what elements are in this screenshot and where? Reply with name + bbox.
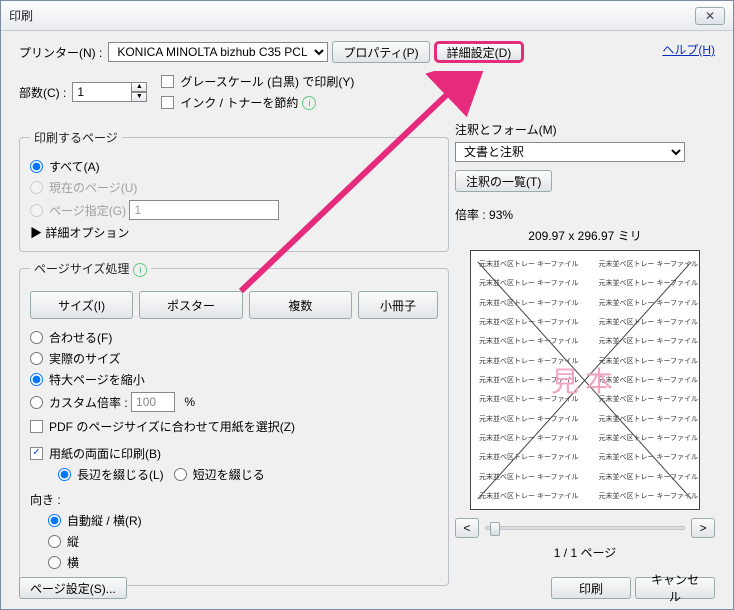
- orient-portrait-radio[interactable]: [48, 535, 61, 548]
- grayscale-label: グレースケール (白黒) で印刷(Y): [180, 73, 354, 90]
- save-ink-label: インク / トナーを節約: [180, 94, 298, 111]
- long-edge-label: 長辺を綴じる(L): [77, 466, 164, 483]
- copies-input[interactable]: [72, 82, 132, 102]
- poster-button[interactable]: ポスター: [139, 291, 242, 319]
- printer-select[interactable]: KONICA MINOLTA bizhub C35 PCL6: [108, 42, 328, 62]
- page-slider[interactable]: [485, 526, 685, 530]
- page-info: 1 / 1 ページ: [455, 544, 715, 561]
- multiple-button[interactable]: 複数: [249, 291, 352, 319]
- prev-page-button[interactable]: <: [455, 518, 479, 538]
- size-button[interactable]: サイズ(I): [30, 291, 133, 319]
- save-ink-checkbox[interactable]: [161, 96, 174, 109]
- range-all-label: すべて(A): [49, 158, 100, 175]
- fit-label: 合わせる(F): [49, 329, 112, 346]
- range-current-label: 現在のページ(U): [49, 179, 137, 196]
- comments-select[interactable]: 文書と注釈: [455, 142, 685, 162]
- range-pages-input: [129, 200, 279, 220]
- range-pages-label: ページ指定(G): [49, 202, 126, 219]
- short-edge-label: 短辺を綴じる: [193, 466, 265, 483]
- printer-label: プリンター(N) :: [19, 44, 102, 61]
- sizing-legend: ページサイズ処理: [34, 262, 129, 276]
- orientation-label: 向き :: [30, 491, 438, 508]
- titlebar: 印刷 ✕: [1, 1, 733, 31]
- info-icon[interactable]: i: [133, 263, 147, 277]
- properties-button[interactable]: プロパティ(P): [332, 41, 429, 63]
- source-pdf-label: PDF のページサイズに合わせて用紙を選択(Z): [49, 418, 295, 435]
- copies-spinner[interactable]: ▲▼: [131, 82, 147, 102]
- advanced-button[interactable]: 詳細設定(D): [434, 41, 525, 63]
- custom-scale-input[interactable]: [131, 392, 175, 412]
- info-icon[interactable]: i: [302, 96, 316, 110]
- copies-label: 部数(C) :: [19, 84, 66, 101]
- scale-label: 倍率 :: [455, 208, 486, 222]
- next-page-button[interactable]: >: [691, 518, 715, 538]
- range-pages-radio: [30, 204, 43, 217]
- fit-radio[interactable]: [30, 331, 43, 344]
- long-edge-radio[interactable]: [58, 468, 71, 481]
- comments-label: 注釈とフォーム(M): [455, 121, 715, 138]
- grayscale-checkbox[interactable]: [161, 75, 174, 88]
- shrink-label: 特大ページを縮小: [49, 371, 145, 388]
- booklet-button[interactable]: 小冊子: [358, 291, 438, 319]
- percent-label: %: [184, 395, 195, 409]
- page-setup-button[interactable]: ページ設定(S)...: [19, 577, 127, 599]
- cancel-button[interactable]: キャンセル: [635, 577, 715, 599]
- help-link[interactable]: ヘルプ(H): [662, 41, 715, 58]
- short-edge-radio[interactable]: [174, 468, 187, 481]
- sample-watermark: 見本: [551, 360, 619, 400]
- preview-dimensions: 209.97 x 296.97 ミリ: [455, 227, 715, 244]
- preview-area: 元末並べ区トレー キーファイル元末並べ区トレー キーファイル元末並べ区トレー キ…: [470, 250, 700, 510]
- range-current-radio: [30, 181, 43, 194]
- more-options-toggle[interactable]: ▶ 詳細オプション: [30, 224, 438, 241]
- window-title: 印刷: [9, 7, 695, 24]
- shrink-radio[interactable]: [30, 373, 43, 386]
- orient-auto-radio[interactable]: [48, 514, 61, 527]
- range-all-radio[interactable]: [30, 160, 43, 173]
- both-sides-checkbox[interactable]: [30, 447, 43, 460]
- custom-radio[interactable]: [30, 396, 43, 409]
- actual-label: 実際のサイズ: [49, 350, 121, 367]
- orient-auto-label: 自動縦 / 横(R): [67, 512, 142, 529]
- summary-button[interactable]: 注釈の一覧(T): [455, 170, 552, 192]
- page-range-group: 印刷するページ すべて(A) 現在のページ(U) ページ指定(G) ▶ 詳細オプ…: [19, 129, 449, 252]
- print-button[interactable]: 印刷: [551, 577, 631, 599]
- custom-label: カスタム倍率 :: [49, 394, 128, 411]
- sizing-group: ページサイズ処理 i サイズ(I) ポスター 複数 小冊子 合わせる(F) 実際の…: [19, 260, 449, 586]
- source-pdf-checkbox[interactable]: [30, 420, 43, 433]
- scale-value: 93%: [489, 208, 513, 222]
- close-icon[interactable]: ✕: [695, 7, 725, 25]
- both-sides-label: 用紙の両面に印刷(B): [49, 445, 161, 462]
- actual-radio[interactable]: [30, 352, 43, 365]
- print-dialog: 印刷 ✕ ヘルプ(H) プリンター(N) : KONICA MINOLTA bi…: [0, 0, 734, 610]
- page-range-legend: 印刷するページ: [30, 129, 122, 146]
- orient-portrait-label: 縦: [67, 533, 79, 550]
